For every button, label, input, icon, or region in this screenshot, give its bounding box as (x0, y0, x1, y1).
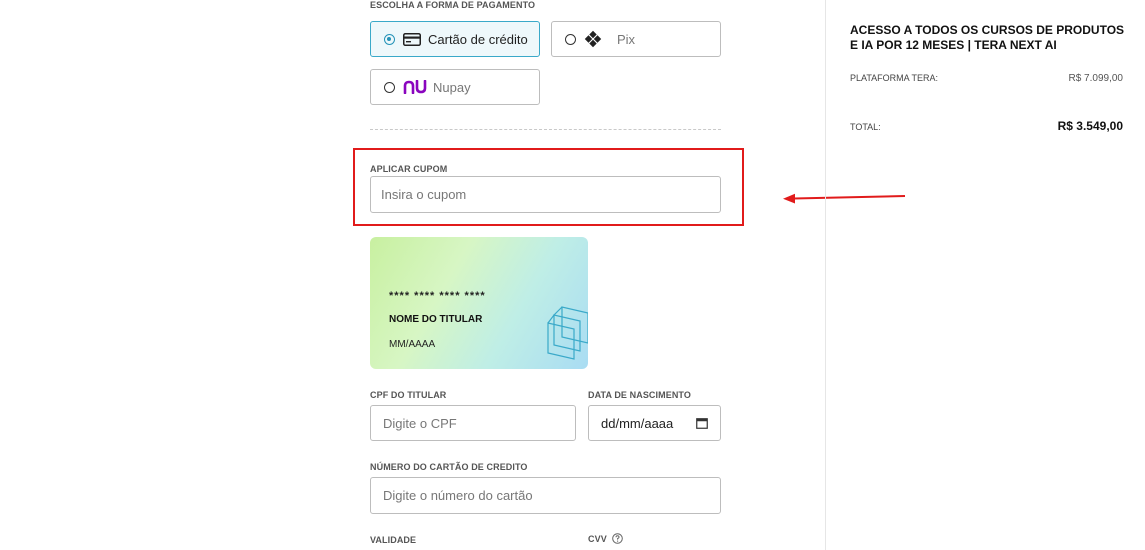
card-number-label: NÚMERO DO CARTÃO DE CREDITO (370, 462, 528, 472)
nubank-logo-icon (403, 80, 427, 94)
card-decoration-icon (547, 306, 588, 360)
radio-nupay[interactable] (384, 81, 395, 93)
card-number-mask: **** **** **** **** (389, 290, 486, 302)
card-number-input[interactable] (370, 477, 721, 514)
cpf-input[interactable] (370, 405, 576, 441)
radio-pix[interactable] (565, 33, 576, 45)
payment-option-credit-card[interactable]: Cartão de crédito (370, 21, 540, 57)
card-expiry: MM/AAAA (389, 339, 436, 350)
platform-price-value: R$ 7.099,00 (1068, 73, 1124, 84)
card-preview: **** **** **** **** NOME DO TITULAR MM/A… (370, 237, 588, 369)
coupon-input[interactable] (370, 176, 721, 213)
help-question-icon[interactable] (612, 533, 623, 544)
payment-option-nupay[interactable]: Nupay (370, 69, 540, 105)
calendar-icon[interactable] (696, 417, 708, 429)
card-holder-name: NOME DO TITULAR (389, 314, 483, 325)
expiry-label: VALIDADE (370, 535, 417, 545)
pix-icon (584, 30, 602, 48)
birth-date-input[interactable]: dd/mm/aaaa (588, 405, 721, 441)
total-label: TOTAL: (850, 122, 881, 132)
payment-section-label: ESCOLHA A FORMA DE PAGAMENTO (370, 0, 536, 10)
coupon-label: APLICAR CUPOM (370, 164, 448, 174)
platform-price-label: PLATAFORMA TERA: (850, 73, 939, 83)
payment-option-label: Cartão de crédito (428, 31, 528, 47)
radio-credit-card[interactable] (384, 33, 395, 45)
payment-option-label: Nupay (433, 79, 471, 95)
payment-option-pix[interactable]: Pix (551, 21, 721, 57)
cvv-label-group: CVV (588, 533, 623, 544)
section-divider (370, 129, 721, 130)
birth-date-placeholder: dd/mm/aaaa (601, 415, 674, 431)
payment-option-label: Pix (617, 31, 636, 47)
cpf-label: CPF DO TITULAR (370, 390, 447, 400)
birth-date-label: DATA DE NASCIMENTO (588, 390, 691, 400)
cvv-label: CVV (588, 533, 607, 544)
total-price-value: R$ 3.549,00 (1057, 119, 1123, 133)
product-title: ACESSO A TODOS OS CURSOS DE PRODUTOS E I… (850, 23, 1125, 52)
credit-card-icon (403, 32, 421, 46)
order-summary-panel: ACESSO A TODOS OS CURSOS DE PRODUTOS E I… (825, 0, 1145, 550)
